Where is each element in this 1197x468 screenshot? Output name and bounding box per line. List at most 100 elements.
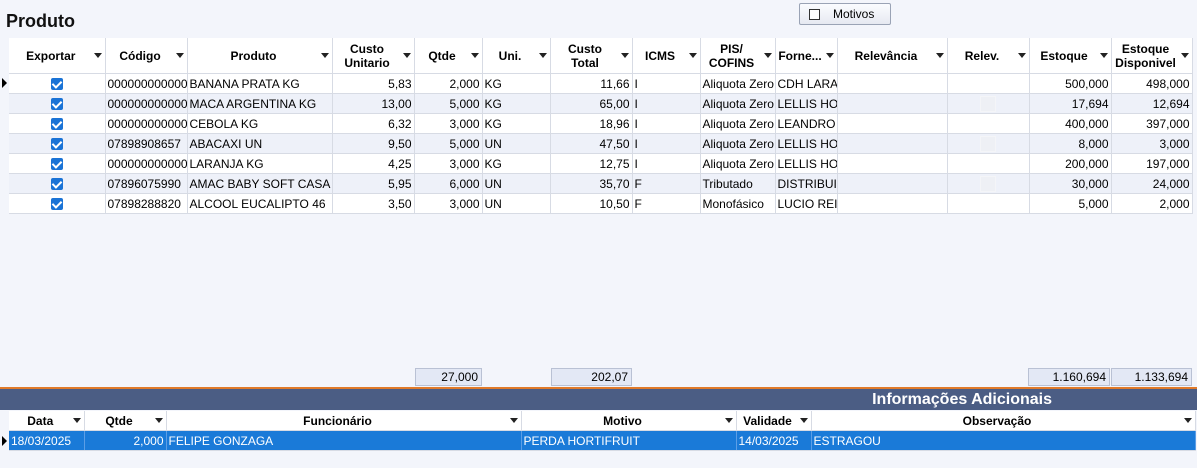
cell-custo-total[interactable]: 35,70 (550, 173, 633, 194)
dropdown-arrow-icon[interactable] (935, 52, 944, 58)
cell-relevancia[interactable] (837, 73, 948, 94)
cell-export[interactable] (9, 193, 106, 214)
column-header-produto[interactable]: Produto (187, 38, 333, 74)
cell-uni[interactable]: KG (482, 113, 551, 134)
cell-codigo[interactable]: 07896075990 (105, 173, 188, 194)
cell-qtde[interactable]: 2,000 (414, 73, 483, 94)
cell-estoque[interactable]: 17,694 (1029, 93, 1112, 114)
cell-qtde[interactable]: 3,000 (414, 113, 483, 134)
info-column-header-motivo[interactable]: Motivo (521, 411, 737, 431)
dropdown-arrow-icon[interactable] (402, 52, 411, 58)
info-cell-obs[interactable]: ESTRAGOU (811, 430, 1196, 451)
dropdown-arrow-icon[interactable] (1180, 52, 1189, 58)
dropdown-arrow-icon[interactable] (1017, 52, 1026, 58)
cell-export[interactable] (9, 153, 106, 174)
cell-custo-unit[interactable]: 3,50 (332, 193, 415, 214)
cell-custo-total[interactable]: 11,66 (550, 73, 633, 94)
table-row[interactable]: 0000000000000 MACA ARGENTINA KG 13,00 5,000… (9, 93, 1193, 114)
column-header-qtde[interactable]: Qtde (414, 38, 483, 74)
cell-produto[interactable]: BANANA PRATA KG (187, 73, 333, 94)
cell-disp[interactable]: 24,000 (1111, 173, 1193, 194)
info-cell-qtde[interactable]: 2,000 (84, 430, 167, 451)
cell-produto[interactable]: ABACAXI UN (187, 133, 333, 154)
info-table-row[interactable]: 18/03/2025 2,000 FELIPE GONZAGA PERDA HORTI… (9, 430, 1196, 451)
cell-forne[interactable]: DISTRIBUIDORA (775, 173, 838, 194)
cell-relev-box[interactable] (947, 173, 1030, 194)
table-row[interactable]: 0000000000000 CEBOLA KG 6,32 3,000 KG 18,96 I A… (9, 113, 1193, 134)
cell-forne[interactable]: LELLIS HORTI (775, 93, 838, 114)
cell-disp[interactable]: 397,000 (1111, 113, 1193, 134)
cell-forne[interactable]: LELLIS HORTI (775, 133, 838, 154)
export-checkbox-icon[interactable] (50, 158, 63, 171)
motivos-checkbox-icon[interactable] (809, 8, 820, 20)
cell-qtde[interactable]: 3,000 (414, 153, 483, 174)
cell-icms[interactable]: I (632, 133, 701, 154)
cell-uni[interactable]: KG (482, 73, 551, 94)
cell-icms[interactable]: F (632, 193, 701, 214)
cell-disp[interactable]: 2,000 (1111, 193, 1193, 214)
cell-estoque[interactable]: 500,000 (1029, 73, 1112, 94)
cell-relev-box[interactable] (947, 93, 1030, 114)
cell-icms[interactable]: I (632, 73, 701, 94)
cell-custo-total[interactable]: 65,00 (550, 93, 633, 114)
cell-custo-unit[interactable]: 9,50 (332, 133, 415, 154)
cell-custo-unit[interactable]: 13,00 (332, 93, 415, 114)
dropdown-arrow-icon[interactable] (620, 52, 629, 58)
export-checkbox-icon[interactable] (50, 78, 63, 91)
cell-custo-total[interactable]: 10,50 (550, 193, 633, 214)
cell-custo-unit[interactable]: 5,83 (332, 73, 415, 94)
cell-export[interactable] (9, 93, 106, 114)
column-header-relev[interactable]: Relev. (947, 38, 1030, 74)
column-header-custo-unitario[interactable]: Custo Unitario (332, 38, 415, 74)
dropdown-arrow-icon[interactable] (93, 52, 102, 58)
column-header-relevancia[interactable]: Relevância (837, 38, 948, 74)
cell-custo-total[interactable]: 47,50 (550, 133, 633, 154)
cell-pis[interactable]: Aliquota Zero (700, 93, 776, 114)
cell-icms[interactable]: I (632, 153, 701, 174)
cell-custo-unit[interactable]: 5,95 (332, 173, 415, 194)
cell-pis[interactable]: Monofásico (700, 193, 776, 214)
table-row[interactable]: 0000000000000 LARANJA KG 4,25 3,000 KG 12,75 I… (9, 153, 1193, 174)
dropdown-arrow-icon[interactable] (825, 52, 834, 58)
dropdown-arrow-icon[interactable] (470, 52, 479, 58)
column-header-icms[interactable]: ICMS (632, 38, 701, 74)
cell-uni[interactable]: UN (482, 173, 551, 194)
cell-pis[interactable]: Aliquota Zero (700, 73, 776, 94)
export-checkbox-icon[interactable] (50, 138, 63, 151)
info-column-header-funcionario[interactable]: Funcionário (166, 411, 522, 431)
cell-relevancia[interactable] (837, 133, 948, 154)
cell-icms[interactable]: I (632, 93, 701, 114)
cell-produto[interactable]: AMAC BABY SOFT CASA (187, 173, 333, 194)
export-checkbox-icon[interactable] (50, 98, 63, 111)
cell-uni[interactable]: KG (482, 153, 551, 174)
dropdown-arrow-icon[interactable] (320, 52, 329, 58)
cell-custo-unit[interactable]: 4,25 (332, 153, 415, 174)
info-cell-validade[interactable]: 14/03/2025 (736, 430, 812, 451)
info-column-header-qtde[interactable]: Qtde (84, 411, 167, 431)
dropdown-arrow-icon[interactable] (763, 52, 772, 58)
cell-estoque[interactable]: 200,000 (1029, 153, 1112, 174)
cell-codigo[interactable]: 0000000000000 (105, 93, 188, 114)
cell-icms[interactable]: F (632, 173, 701, 194)
cell-forne[interactable]: LEANDRO HORTI (775, 113, 838, 134)
cell-estoque[interactable]: 8,000 (1029, 133, 1112, 154)
cell-relev-box[interactable] (947, 193, 1030, 214)
cell-relevancia[interactable] (837, 173, 948, 194)
cell-relevancia[interactable] (837, 113, 948, 134)
cell-qtde[interactable]: 6,000 (414, 173, 483, 194)
cell-forne[interactable]: LELLIS HORTI (775, 153, 838, 174)
column-header-custo-total[interactable]: Custo Total (550, 38, 633, 74)
column-header-exportar[interactable]: Exportar (9, 38, 106, 74)
export-checkbox-icon[interactable] (50, 178, 63, 191)
cell-export[interactable] (9, 173, 106, 194)
dropdown-arrow-icon[interactable] (688, 52, 697, 58)
table-row[interactable]: 07896075990 AMAC BABY SOFT CASA 5,95 6,000 U… (9, 173, 1193, 194)
info-cell-funcionario[interactable]: FELIPE GONZAGA (166, 430, 522, 451)
column-header-pis-cofins[interactable]: PIS/ COFINS (700, 38, 776, 74)
cell-pis[interactable]: Tributado (700, 173, 776, 194)
cell-pis[interactable]: Aliquota Zero (700, 133, 776, 154)
cell-estoque[interactable]: 5,000 (1029, 193, 1112, 214)
table-row[interactable]: 07898288820 ALCOOL EUCALIPTO 46 3,50 3,000 U… (9, 193, 1193, 214)
cell-disp[interactable]: 197,000 (1111, 153, 1193, 174)
cell-produto[interactable]: LARANJA KG (187, 153, 333, 174)
